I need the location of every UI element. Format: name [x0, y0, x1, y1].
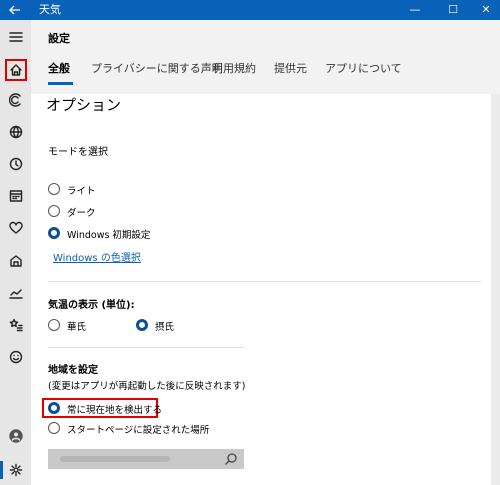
smile-icon[interactable] — [0, 342, 31, 372]
sidebar — [0, 20, 31, 485]
radio-fahrenheit-label[interactable]: 華氏 — [67, 319, 86, 333]
close-button[interactable]: ✕ — [466, 0, 500, 20]
search-icon[interactable] — [224, 452, 238, 466]
radio-celsius-label[interactable]: 摂氏 — [155, 319, 174, 333]
calendar-icon[interactable] — [0, 181, 31, 211]
options-panel: オプション モードを選択 ライト ダーク Windows 初期設定 Window… — [31, 94, 491, 485]
windows-color-link[interactable]: Windows の色選択 — [53, 249, 141, 264]
page-title: 設定 — [48, 32, 70, 45]
heart-icon[interactable] — [0, 213, 31, 243]
clock-icon[interactable] — [0, 149, 31, 179]
minimize-button[interactable]: — — [395, 0, 435, 20]
scrollbar[interactable] — [491, 94, 500, 485]
radio-windows-default[interactable] — [48, 227, 60, 239]
radio-detect-location[interactable] — [48, 402, 60, 414]
news-icon[interactable] — [0, 246, 31, 276]
radio-light-label[interactable]: ライト — [67, 183, 96, 197]
title-bar: 天気 — ☐ ✕ — [0, 0, 500, 20]
home-icon[interactable] — [5, 59, 27, 81]
region-note: (変更はアプリが再起動した後に反映されます) — [48, 381, 246, 392]
blurred-location-text — [60, 456, 170, 462]
location-search-input[interactable] — [48, 449, 244, 469]
region-label: 地域を設定 — [48, 365, 98, 376]
tab-general[interactable]: 全般 — [48, 60, 70, 76]
favorites-icon[interactable] — [0, 310, 31, 340]
radio-dark[interactable] — [48, 205, 60, 217]
globe-icon[interactable] — [0, 117, 31, 147]
radio-celsius[interactable] — [136, 319, 148, 331]
chart-icon[interactable] — [0, 278, 31, 308]
tab-terms[interactable]: 利用規約 — [212, 60, 256, 76]
divider — [48, 281, 481, 282]
account-icon[interactable] — [0, 421, 31, 451]
radio-light[interactable] — [48, 183, 60, 195]
tab-about[interactable]: アプリについて — [325, 60, 402, 76]
app-title: 天気 — [39, 3, 61, 16]
radio-start-page-location[interactable] — [48, 422, 60, 434]
tab-privacy[interactable]: プライバシーに関する声明 — [91, 60, 223, 76]
radio-dark-label[interactable]: ダーク — [67, 205, 96, 219]
radio-detect-location-label[interactable]: 常に現在地を検出する — [67, 402, 162, 416]
settings-icon[interactable] — [0, 455, 31, 485]
divider — [48, 347, 244, 348]
menu-icon[interactable] — [0, 22, 31, 52]
radio-start-page-location-label[interactable]: スタートページに設定された場所 — [67, 422, 209, 436]
radio-fahrenheit[interactable] — [48, 319, 60, 331]
mode-label: モードを選択 — [48, 147, 108, 158]
active-tab-indicator — [48, 82, 73, 85]
radio-windows-default-label[interactable]: Windows 初期設定 — [67, 227, 150, 241]
forecast-icon[interactable] — [0, 85, 31, 115]
settings-header: 設定 全般 プライバシーに関する声明 利用規約 提供元 アプリについて — [31, 20, 500, 94]
back-arrow-icon[interactable] — [0, 0, 30, 20]
section-title: オプション — [46, 96, 122, 114]
temperature-label: 気温の表示 (単位): — [48, 300, 135, 311]
tab-provider[interactable]: 提供元 — [274, 60, 307, 76]
